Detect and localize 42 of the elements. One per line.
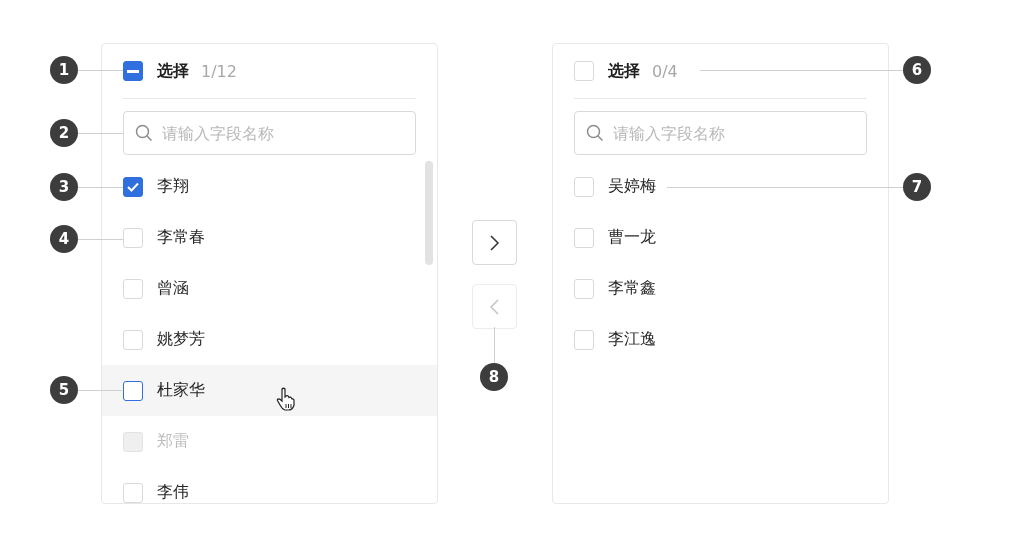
leader-line bbox=[78, 187, 123, 188]
list-item[interactable]: 李江逸 bbox=[553, 314, 888, 365]
list-item[interactable]: 曹一龙 bbox=[553, 212, 888, 263]
chevron-left-icon bbox=[487, 298, 502, 315]
list-item[interactable]: 李常春 bbox=[102, 212, 437, 263]
search-field[interactable]: 请输入字段名称 bbox=[574, 111, 867, 155]
search-icon bbox=[586, 124, 604, 142]
checkbox[interactable] bbox=[123, 380, 143, 401]
list-item[interactable]: 李伟 bbox=[102, 467, 437, 503]
search-field[interactable]: 请输入字段名称 bbox=[123, 111, 416, 155]
panel-title: 选择 bbox=[157, 60, 189, 82]
leader-line bbox=[78, 390, 122, 391]
list-item[interactable]: 姚梦芳 bbox=[102, 314, 437, 365]
selection-count: 1/12 bbox=[201, 61, 237, 81]
callout-marker: 6 bbox=[903, 56, 931, 84]
callout-marker: 3 bbox=[50, 173, 78, 201]
callout-marker: 4 bbox=[50, 225, 78, 253]
leader-line bbox=[78, 239, 123, 240]
callout-marker: 2 bbox=[50, 119, 78, 147]
chevron-right-icon bbox=[487, 234, 502, 251]
select-all-checkbox[interactable] bbox=[123, 61, 143, 81]
list-item[interactable]: 曾涵 bbox=[102, 263, 437, 314]
callout-marker: 8 bbox=[480, 363, 508, 391]
callout-marker: 7 bbox=[903, 173, 931, 201]
list-item[interactable]: 李常鑫 bbox=[553, 263, 888, 314]
move-right-button[interactable] bbox=[472, 220, 517, 265]
callout-marker: 5 bbox=[50, 376, 78, 404]
checkbox[interactable] bbox=[123, 176, 143, 197]
check-icon bbox=[127, 181, 139, 192]
list-item[interactable]: 杜家华 bbox=[102, 365, 437, 416]
list-item[interactable]: 李翔 bbox=[102, 161, 437, 212]
search-icon bbox=[135, 124, 153, 142]
list-item[interactable]: 吴婷梅 bbox=[553, 161, 888, 212]
leader-line bbox=[494, 327, 495, 363]
minus-icon bbox=[127, 69, 139, 73]
scrollbar[interactable] bbox=[425, 161, 433, 265]
callout-marker: 1 bbox=[50, 56, 78, 84]
selection-count: 0/4 bbox=[652, 61, 678, 81]
leader-line bbox=[78, 70, 123, 71]
panel-title: 选择 bbox=[608, 60, 640, 82]
hand-cursor-icon bbox=[276, 387, 296, 411]
leader-line bbox=[78, 133, 123, 134]
